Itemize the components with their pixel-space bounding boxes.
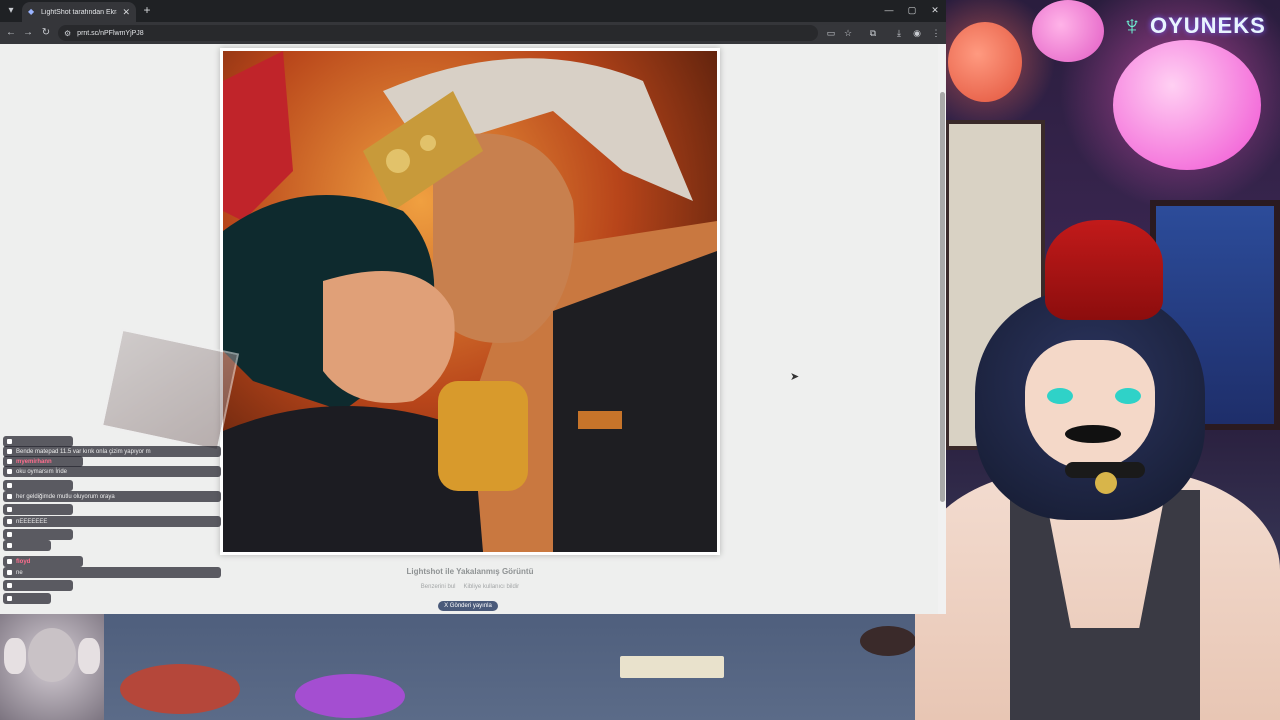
tab-close-icon[interactable]: ✕ <box>122 7 130 18</box>
chat-badge-icon <box>7 459 12 464</box>
pink-lantern-large <box>1113 40 1261 170</box>
avatar-bell <box>1095 472 1117 494</box>
webcam-face <box>28 628 76 682</box>
tab-title: LightShot tarafından Ekran Gör... <box>41 8 117 16</box>
purple-bowl <box>295 674 405 718</box>
tab-bar: ▾ ◆ LightShot tarafından Ekran Gör... ✕ … <box>0 0 946 22</box>
sake-cup <box>860 626 916 656</box>
kebab-menu-icon[interactable]: ⋮ <box>928 25 944 41</box>
chat-username: myemirhann <box>16 458 52 465</box>
chat-text: ne <box>16 569 23 576</box>
chat-badge-icon <box>7 439 12 444</box>
url-text: prnt.sc/nPFlwmYjPJ8 <box>77 29 144 37</box>
profile-icon[interactable]: ◉ <box>909 25 925 41</box>
caption: Lightshot ile Yakalanmış Görüntü <box>406 567 534 576</box>
chat-badge-icon <box>7 596 12 601</box>
webcam-feed <box>0 614 104 720</box>
chat-badge-icon <box>7 532 12 537</box>
avatar-right-eye <box>1115 388 1141 404</box>
avatar-fez <box>1045 220 1163 320</box>
chat-badge-icon <box>7 583 12 588</box>
cast-icon[interactable]: ▭ <box>823 25 839 41</box>
tab-search-icon[interactable]: ▾ <box>4 4 18 18</box>
screenshot-artwork <box>223 51 717 552</box>
chat-badge-icon <box>7 494 12 499</box>
close-window-button[interactable]: ✕ <box>925 2 945 18</box>
reload-icon[interactable]: ↻ <box>38 25 54 41</box>
chat-message <box>3 529 73 540</box>
scrollbar-thumb[interactable] <box>940 92 945 502</box>
chat-message: floyd <box>3 556 83 567</box>
chat-message <box>3 504 73 515</box>
chat-badge-icon <box>7 449 12 454</box>
download-icon[interactable]: ⤓ <box>891 25 907 41</box>
mouse-cursor-icon: ➤ <box>790 371 800 383</box>
stream-scene: ♆ OYUNEKS ▾ ◆ LightShot tarafından Ekran… <box>0 0 1280 720</box>
chat-text: nEEEEEEE <box>16 518 48 525</box>
avatar-left-eye <box>1047 388 1073 404</box>
new-tab-button[interactable]: + <box>140 3 154 17</box>
avatar-mustache <box>1065 425 1121 443</box>
browser-toolbar: ← → ↻ ⚙ prnt.sc/nPFlwmYjPJ8 ▭ ☆ ⧉ ⤓ ◉ ⋮ <box>0 22 946 44</box>
chat-username: floyd <box>16 558 31 565</box>
site-info-icon[interactable]: ⚙ <box>64 29 71 38</box>
chat-text: Bende matepad 11.5 var kırık onla çizim … <box>16 448 151 455</box>
fish-plate <box>120 664 240 714</box>
red-lantern <box>948 22 1022 102</box>
chat-message <box>3 580 73 591</box>
chat-message <box>3 540 51 551</box>
chat-text: oku oymarsım İride <box>16 468 68 475</box>
chat-overlay: Bende matepad 11.5 var kırık onla çizim … <box>0 436 232 616</box>
maximize-button[interactable]: ▢ <box>902 2 922 18</box>
chat-badge-icon <box>7 559 12 564</box>
screenshot-image-frame[interactable] <box>220 48 720 555</box>
address-bar[interactable]: ⚙ prnt.sc/nPFlwmYjPJ8 <box>58 25 818 41</box>
tatami-floor <box>0 614 940 720</box>
chat-message: nEEEEEEE <box>3 516 221 527</box>
webcam-right-hand <box>78 638 100 674</box>
avatar-face <box>1025 340 1155 470</box>
chat-badge-icon <box>7 483 12 488</box>
chat-message: her geldiğimde mutlu oluyorum oraya <box>3 491 221 502</box>
paper-note <box>620 656 724 678</box>
minimize-button[interactable]: — <box>879 2 899 18</box>
share-post-button[interactable]: X Gönderi yayınla <box>438 601 498 611</box>
pink-lantern-small <box>1032 0 1104 62</box>
chat-text: her geldiğimde mutlu oluyorum oraya <box>16 493 115 500</box>
brand-icon: ♆ <box>1121 10 1143 41</box>
chat-badge-icon <box>7 519 12 524</box>
chat-badge-icon <box>7 543 12 548</box>
chat-badge-icon <box>7 469 12 474</box>
extensions-icon[interactable]: ⧉ <box>865 25 881 41</box>
image-meta: Benzerini bul Kibliye kullanıcı bildir <box>380 584 560 590</box>
chat-message: ne <box>3 567 221 578</box>
forward-arrow-icon[interactable]: → <box>20 25 36 41</box>
brand-logo: ♆ OYUNEKS <box>1116 4 1266 48</box>
webcam-left-hand <box>4 638 26 674</box>
chat-message: oku oymarsım İride <box>3 466 221 477</box>
star-icon[interactable]: ☆ <box>840 25 856 41</box>
tab-lightshot[interactable]: ◆ LightShot tarafından Ekran Gör... ✕ <box>22 2 136 22</box>
vtuber-avatar <box>915 220 1280 720</box>
back-arrow-icon[interactable]: ← <box>3 25 19 41</box>
find-similar-link[interactable]: Benzerini bul <box>421 584 456 590</box>
lightshot-favicon-icon: ◆ <box>28 7 35 16</box>
chat-message <box>3 593 51 604</box>
report-link[interactable]: Kibliye kullanıcı bildir <box>463 584 519 590</box>
chat-badge-icon <box>7 570 12 575</box>
chat-badge-icon <box>7 507 12 512</box>
artwork-illustration <box>223 51 717 552</box>
chat-message <box>3 480 73 491</box>
brand-name: OYUNEKS <box>1150 13 1266 38</box>
